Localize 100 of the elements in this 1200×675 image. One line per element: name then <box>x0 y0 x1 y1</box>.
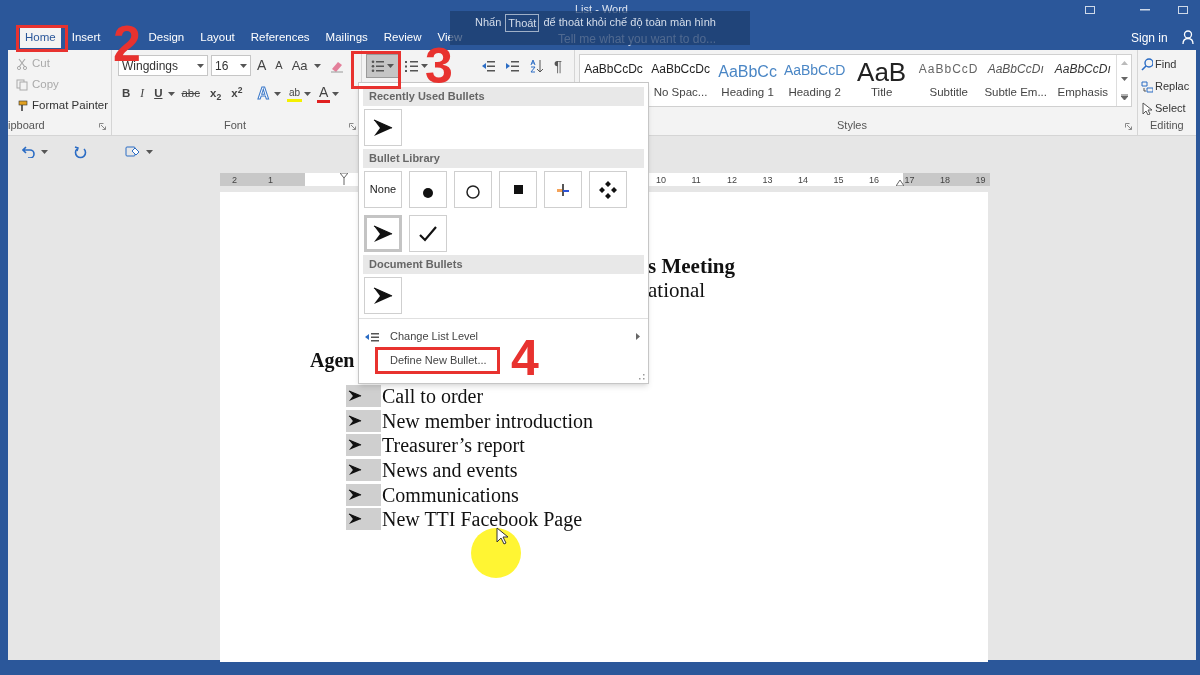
group-label: Styles <box>837 117 867 133</box>
bullet-option[interactable] <box>364 215 402 252</box>
ribbon-tab[interactable]: Design <box>143 26 190 48</box>
format-button[interactable]: B <box>118 84 135 104</box>
agenda-heading: Agen <box>310 348 355 372</box>
ruler-number: 16 <box>869 174 879 187</box>
mouse-pointer-icon <box>496 527 508 545</box>
caret-icon <box>313 63 321 68</box>
bullet-option[interactable] <box>364 109 402 146</box>
caret-icon <box>240 63 247 68</box>
font-size-field[interactable]: 16 <box>211 55 251 76</box>
ruler-number: 18 <box>940 174 950 187</box>
sort-icon <box>530 59 544 73</box>
style-item[interactable]: AaBbCcD Subtitle <box>915 55 983 105</box>
ribbon-tab[interactable]: Home <box>20 26 61 48</box>
section-header: Recently Used Bullets <box>363 87 644 106</box>
grow-font-button[interactable]: A <box>254 55 270 76</box>
more-icon <box>1120 93 1128 100</box>
step-number: 4 <box>511 336 539 380</box>
person-icon <box>1182 30 1194 44</box>
shrink-font-button[interactable]: A <box>272 57 286 74</box>
font-color-button[interactable]: A <box>317 85 331 103</box>
list-item-text: Treasurer’s report <box>381 435 525 456</box>
copy-icon <box>16 78 28 91</box>
bullet-option[interactable] <box>409 171 447 208</box>
style-item[interactable]: AaBbCcD Heading 2 <box>781 55 849 105</box>
caret-icon <box>274 92 281 96</box>
menu-item[interactable]: Define New Bullet... <box>390 353 487 368</box>
ruler-number: 10 <box>656 174 666 187</box>
editing-button[interactable]: Find <box>1141 53 1177 75</box>
arrow-bullet-icon <box>348 413 362 428</box>
four-diamonds-icon <box>599 180 617 199</box>
redo-icon <box>74 145 87 159</box>
bullet-option[interactable] <box>409 215 447 252</box>
undo-icon <box>22 146 36 158</box>
group-label: ipboard <box>8 117 45 133</box>
highlight-button[interactable]: ab <box>287 86 303 102</box>
caret-icon <box>197 63 204 68</box>
sign-in-link[interactable]: Sign in <box>1131 29 1168 47</box>
arrow-bullet-icon <box>348 487 362 502</box>
bullet-option[interactable] <box>589 171 627 208</box>
scroll-up-icon <box>1120 61 1128 66</box>
ruler-number: 13 <box>762 174 773 187</box>
arrowhead-icon <box>373 285 393 306</box>
style-item[interactable]: AaBbCc Heading 1 <box>714 55 782 105</box>
paragraph-button[interactable] <box>366 54 399 78</box>
hint-text: để thoát khỏi chế độ toàn màn hình <box>543 15 716 30</box>
style-preview: AaBbCc <box>718 62 777 82</box>
restore-icon <box>1085 6 1095 14</box>
section-header: Document Bullets <box>363 255 644 274</box>
arrowhead-icon <box>373 117 393 138</box>
style-name: Title <box>871 85 893 100</box>
ribbon-tab[interactable]: References <box>245 26 315 48</box>
bullet-option[interactable] <box>364 277 402 314</box>
maximize-icon <box>1178 6 1188 14</box>
ruler-number: 1 <box>268 174 273 187</box>
bullet-option[interactable] <box>454 171 492 208</box>
change-case-button[interactable]: Aa <box>288 55 311 76</box>
bullet-option[interactable] <box>544 171 582 208</box>
highlight-frame <box>16 25 68 52</box>
launcher-icon <box>1125 123 1132 130</box>
launcher-icon <box>349 123 356 130</box>
style-item[interactable]: AaB Title <box>848 55 916 105</box>
format-button[interactable]: x$_{2}$ <box>206 84 226 104</box>
window-title: List - Word <box>575 2 628 17</box>
decrease-indent-icon <box>482 59 496 73</box>
format-button[interactable]: x$^{2}$ <box>227 84 247 104</box>
ruler-number: 15 <box>833 174 844 187</box>
format-button[interactable]: U <box>150 84 167 104</box>
bullet-option[interactable] <box>499 171 537 208</box>
clipboard-button[interactable]: Format Painter <box>16 95 109 116</box>
ribbon-tab[interactable]: Layout <box>195 26 240 48</box>
touch-mode-icon <box>125 145 141 159</box>
bullet-option[interactable]: None <box>364 171 402 208</box>
format-button[interactable]: abc <box>177 84 204 104</box>
dot-icon <box>423 187 433 198</box>
style-name: Heading 2 <box>788 85 841 100</box>
ruler-number: 14 <box>798 174 808 187</box>
highlight-frame <box>351 51 401 89</box>
style-item[interactable]: AaBbCcDc No Spac... <box>647 55 715 105</box>
ruler-number: 17 <box>904 174 915 187</box>
list-item-text: Call to order <box>381 386 484 407</box>
ribbon-tab[interactable]: Mailings <box>320 26 373 48</box>
ribbon-tab[interactable]: Insert <box>66 26 106 48</box>
editing-button[interactable]: Select <box>1141 97 1186 119</box>
caret-icon <box>421 64 428 68</box>
style-preview: AaB <box>857 60 907 84</box>
pilcrow-button[interactable]: ¶ <box>550 54 567 78</box>
ribbon-tab[interactable]: Review <box>378 26 427 48</box>
editing-button[interactable]: Replac <box>1141 75 1190 97</box>
style-item[interactable]: AaBbCcDı Subtle Em... <box>982 55 1050 105</box>
list-item-text: News and events <box>381 460 518 481</box>
subheading-text: ational <box>648 278 707 302</box>
launcher-icon <box>99 123 106 130</box>
caret-icon <box>168 92 176 96</box>
style-item[interactable]: AaBbCcDı Emphasis <box>1049 55 1117 105</box>
arrow-bullet-icon <box>348 389 362 404</box>
style-name: Subtitle <box>929 85 968 100</box>
format-button[interactable]: I <box>136 84 149 104</box>
style-name: Heading 1 <box>721 85 774 100</box>
